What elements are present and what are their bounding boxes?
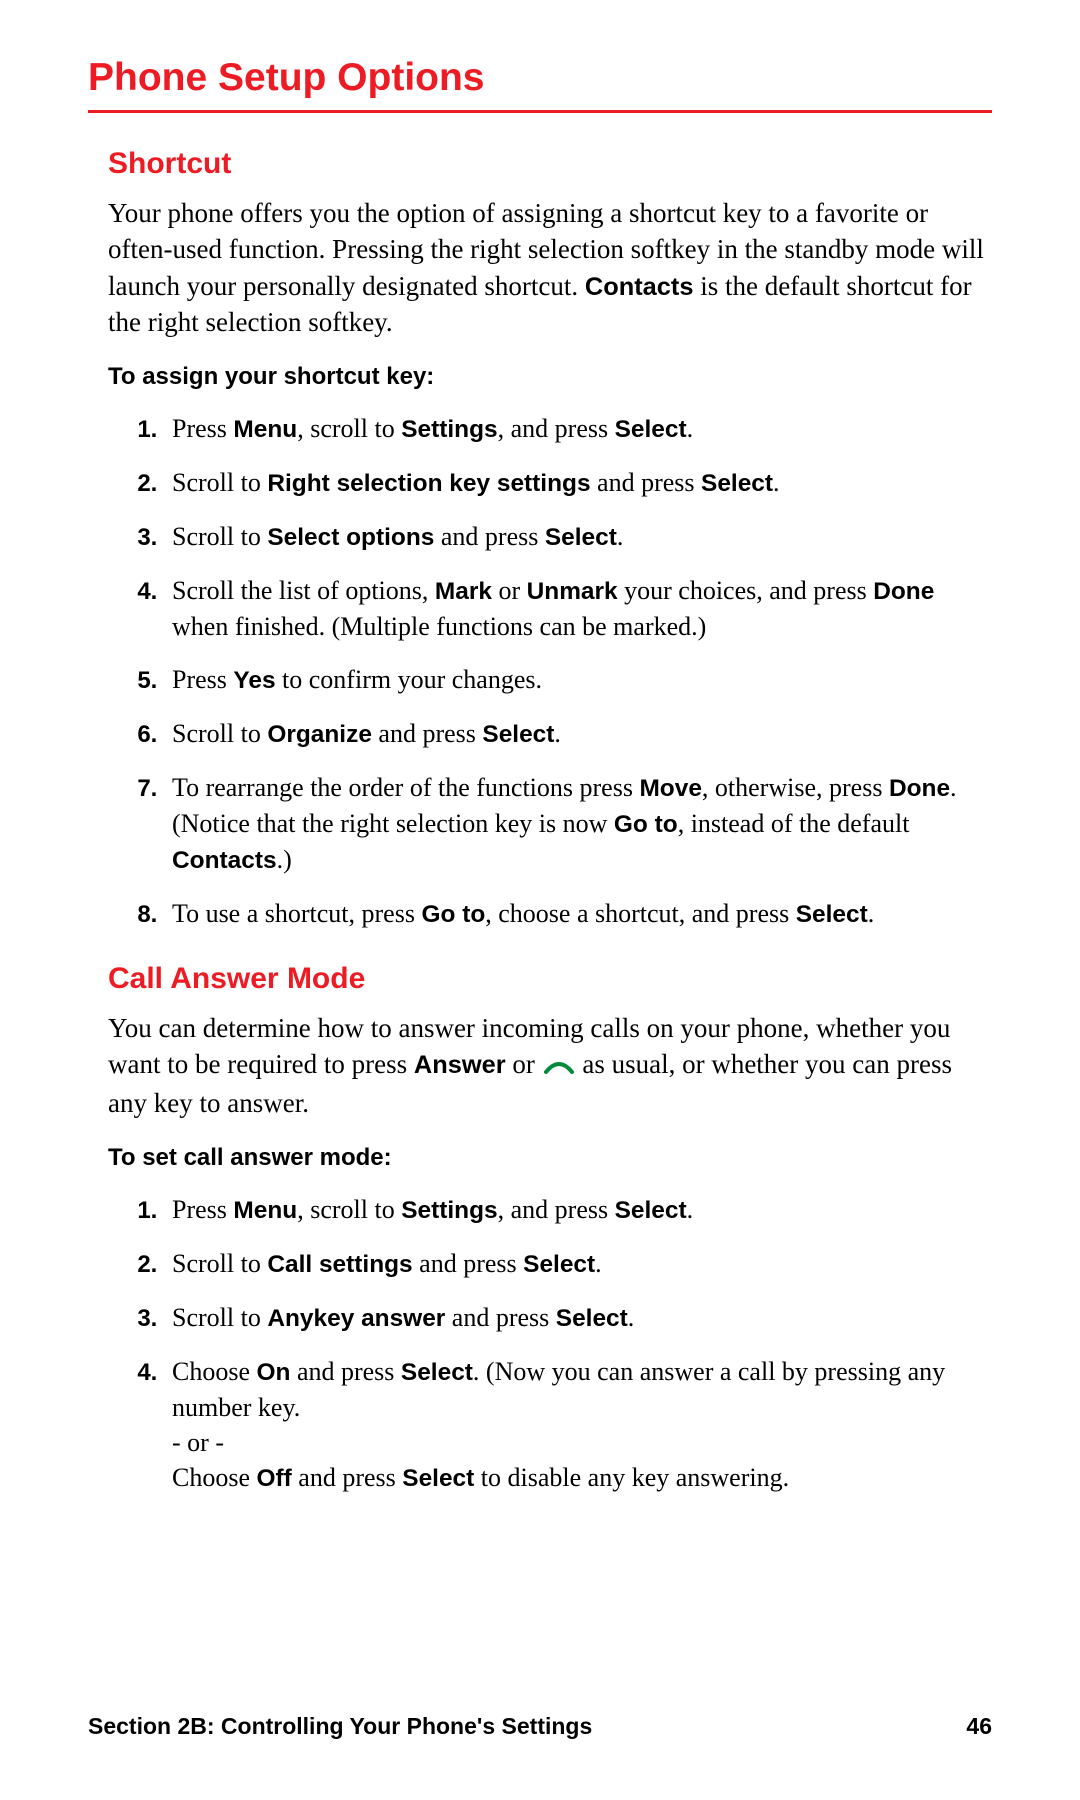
- shortcut-intro: Your phone offers you the option of assi…: [108, 195, 992, 341]
- page-title: Phone Setup Options: [88, 56, 992, 100]
- list-item: Choose On and press Select. (Now you can…: [164, 1354, 992, 1496]
- call-answer-intro: You can determine how to answer incoming…: [108, 1010, 992, 1122]
- list-item: Scroll the list of options, Mark or Unma…: [164, 573, 992, 644]
- footer-page-number: 46: [966, 1713, 992, 1740]
- title-rule: [88, 110, 992, 113]
- list-item: Scroll to Right selection key settings a…: [164, 465, 992, 501]
- list-item: Press Menu, scroll to Settings, and pres…: [164, 1192, 992, 1228]
- list-item: Press Yes to confirm your changes.: [164, 662, 992, 698]
- list-item: Scroll to Select options and press Selec…: [164, 519, 992, 555]
- call-key-icon: [544, 1049, 574, 1085]
- shortcut-steps: Press Menu, scroll to Settings, and pres…: [108, 411, 992, 932]
- list-item: To rearrange the order of the functions …: [164, 770, 992, 878]
- document-page: Phone Setup Options Shortcut Your phone …: [0, 0, 1080, 1800]
- shortcut-subhead: To assign your shortcut key:: [108, 363, 992, 391]
- section-heading-call-answer: Call Answer Mode: [108, 962, 992, 996]
- list-item: Scroll to Call settings and press Select…: [164, 1246, 992, 1282]
- list-item: To use a shortcut, press Go to, choose a…: [164, 896, 992, 932]
- list-item: Press Menu, scroll to Settings, and pres…: [164, 411, 992, 447]
- section-heading-shortcut: Shortcut: [108, 147, 992, 181]
- list-item: Scroll to Anykey answer and press Select…: [164, 1300, 992, 1336]
- footer-section-label: Section 2B: Controlling Your Phone's Set…: [88, 1713, 592, 1740]
- page-footer: Section 2B: Controlling Your Phone's Set…: [88, 1713, 992, 1740]
- call-answer-steps: Press Menu, scroll to Settings, and pres…: [108, 1192, 992, 1496]
- call-answer-subhead: To set call answer mode:: [108, 1144, 992, 1172]
- list-item: Scroll to Organize and press Select.: [164, 716, 992, 752]
